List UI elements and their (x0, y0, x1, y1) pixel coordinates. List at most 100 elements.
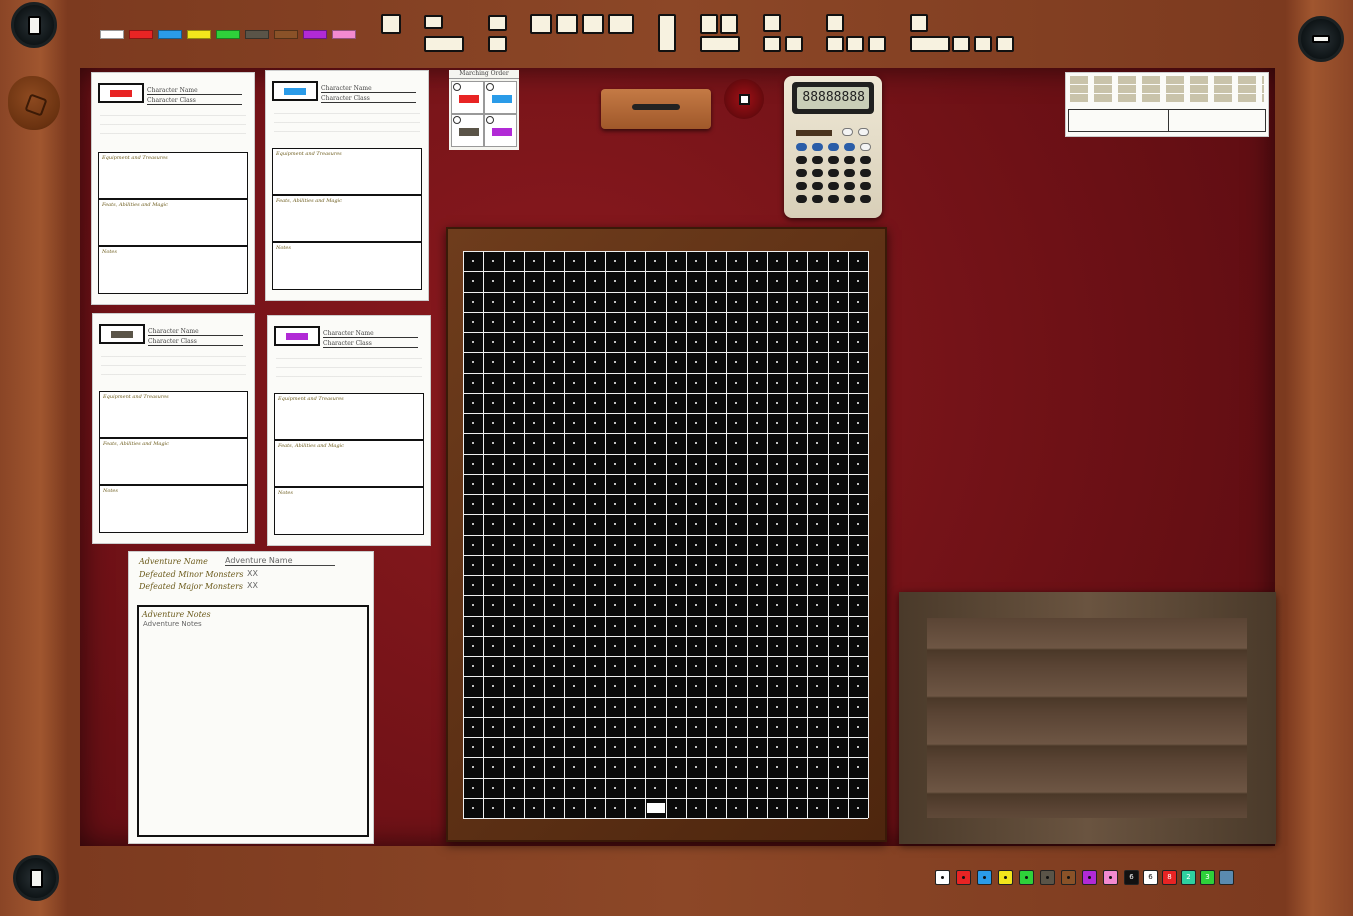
calculator-key[interactable] (812, 143, 823, 151)
adventure-notes-field[interactable]: Adventure Notes (143, 620, 202, 628)
numbered-die[interactable]: 8 (1162, 870, 1177, 885)
character-class[interactable]: Character Class (148, 338, 243, 346)
terrain-tile[interactable] (910, 14, 928, 32)
minor-monsters-count[interactable]: XX (247, 569, 258, 578)
character-class[interactable]: Character Class (323, 340, 418, 348)
calculator-key[interactable] (812, 156, 823, 164)
color-die[interactable] (1061, 870, 1076, 885)
calculator-key[interactable] (844, 169, 855, 177)
calculator-key[interactable] (812, 169, 823, 177)
numbered-die[interactable]: 6 (1143, 870, 1158, 885)
terrain-tile[interactable] (488, 36, 507, 52)
calculator-key[interactable] (828, 156, 839, 164)
terrain-tile[interactable] (424, 15, 443, 29)
calculator-key[interactable] (860, 182, 871, 190)
character-class[interactable]: Character Class (321, 95, 416, 103)
character-name[interactable]: Character Name (147, 87, 242, 95)
character-sheet[interactable]: Character Name Character Class Equipment… (91, 72, 255, 305)
terrain-tile[interactable] (488, 15, 507, 31)
numbered-die[interactable]: 2 (1181, 870, 1196, 885)
terrain-tile[interactable] (582, 14, 604, 34)
calculator-key[interactable] (828, 169, 839, 177)
color-die[interactable] (977, 870, 992, 885)
notes-box[interactable]: Notes (274, 487, 424, 535)
terrain-tile[interactable] (868, 36, 886, 52)
color-die[interactable] (956, 870, 971, 885)
terrain-tile[interactable] (763, 36, 781, 52)
adventure-notes-box[interactable]: Adventure Notes Adventure Notes (137, 605, 369, 837)
order-slot[interactable] (484, 81, 517, 114)
calculator-key[interactable] (828, 143, 839, 151)
calculator-key[interactable] (842, 128, 853, 136)
character-class[interactable]: Character Class (147, 97, 242, 105)
calculator-key[interactable] (812, 195, 823, 203)
adventure-sheet[interactable]: Adventure Name Adventure Name Defeated M… (128, 551, 374, 844)
calculator-key[interactable] (796, 169, 807, 177)
adventure-name-field[interactable]: Adventure Name (225, 556, 335, 566)
color-swatch[interactable] (158, 30, 182, 39)
battle-grid[interactable] (463, 251, 869, 819)
notes-box[interactable]: Notes (99, 485, 248, 533)
calculator-key[interactable] (844, 156, 855, 164)
calculator-key[interactable] (844, 143, 855, 151)
color-die[interactable] (935, 870, 950, 885)
equipment-box[interactable]: Equipment and Treasures (274, 393, 424, 440)
calculator-key[interactable] (828, 195, 839, 203)
color-swatch[interactable] (100, 30, 124, 39)
calculator[interactable]: 88888888 (784, 76, 882, 218)
calculator-key[interactable] (796, 195, 807, 203)
terrain-tile[interactable] (996, 36, 1014, 52)
calculator-key[interactable] (796, 143, 807, 151)
feats-box[interactable]: Feats, Abilities and Magic (99, 438, 248, 485)
notes-box[interactable]: Notes (98, 246, 248, 294)
color-die[interactable] (1019, 870, 1034, 885)
major-monsters-count[interactable]: XX (247, 581, 258, 590)
turn-token[interactable] (724, 79, 764, 119)
order-slot[interactable] (484, 114, 517, 147)
terrain-tile[interactable] (846, 36, 864, 52)
terrain-tile[interactable] (974, 36, 992, 52)
terrain-tile[interactable] (608, 14, 634, 34)
calculator-key[interactable] (858, 128, 869, 136)
terrain-tile[interactable] (910, 36, 950, 52)
calculator-key[interactable] (860, 156, 871, 164)
character-name[interactable]: Character Name (321, 85, 416, 93)
calculator-key[interactable] (844, 182, 855, 190)
equipment-box[interactable]: Equipment and Treasures (99, 391, 248, 438)
color-die[interactable] (1040, 870, 1055, 885)
calculator-key[interactable] (844, 195, 855, 203)
calculator-key[interactable] (796, 156, 807, 164)
notes-box[interactable]: Notes (272, 242, 422, 290)
color-die[interactable] (1082, 870, 1097, 885)
board-marker[interactable] (647, 803, 665, 813)
character-name[interactable]: Character Name (148, 328, 243, 336)
calculator-key[interactable] (796, 182, 807, 190)
dice-tray[interactable] (899, 592, 1276, 844)
calculator-key[interactable] (860, 143, 871, 151)
color-swatch[interactable] (274, 30, 298, 39)
color-swatch[interactable] (129, 30, 153, 39)
equipment-box[interactable]: Equipment and Treasures (272, 148, 422, 195)
seat-top-right[interactable] (1298, 16, 1344, 62)
color-swatch[interactable] (303, 30, 327, 39)
seat-bottom-left[interactable] (13, 855, 59, 901)
color-swatch[interactable] (216, 30, 240, 39)
terrain-tile[interactable] (720, 14, 738, 34)
party-summary-sheet[interactable] (1065, 72, 1269, 137)
numbered-die[interactable]: 6 (1124, 870, 1139, 885)
terrain-tile[interactable] (826, 36, 844, 52)
feats-box[interactable]: Feats, Abilities and Magic (98, 199, 248, 246)
feats-box[interactable]: Feats, Abilities and Magic (272, 195, 422, 242)
order-slot[interactable] (451, 81, 484, 114)
table-emblem-icon[interactable] (8, 76, 60, 130)
card-stand[interactable] (601, 89, 711, 129)
color-die[interactable] (998, 870, 1013, 885)
character-sheet[interactable]: Character Name Character Class Equipment… (92, 313, 255, 544)
terrain-tile[interactable] (952, 36, 970, 52)
seat-top-left[interactable] (11, 2, 57, 48)
summary-notes-box[interactable] (1068, 109, 1266, 132)
calculator-key[interactable] (860, 169, 871, 177)
terrain-tile[interactable] (785, 36, 803, 52)
terrain-tile[interactable] (700, 36, 740, 52)
marching-order-card[interactable]: Marching Order (449, 70, 519, 150)
